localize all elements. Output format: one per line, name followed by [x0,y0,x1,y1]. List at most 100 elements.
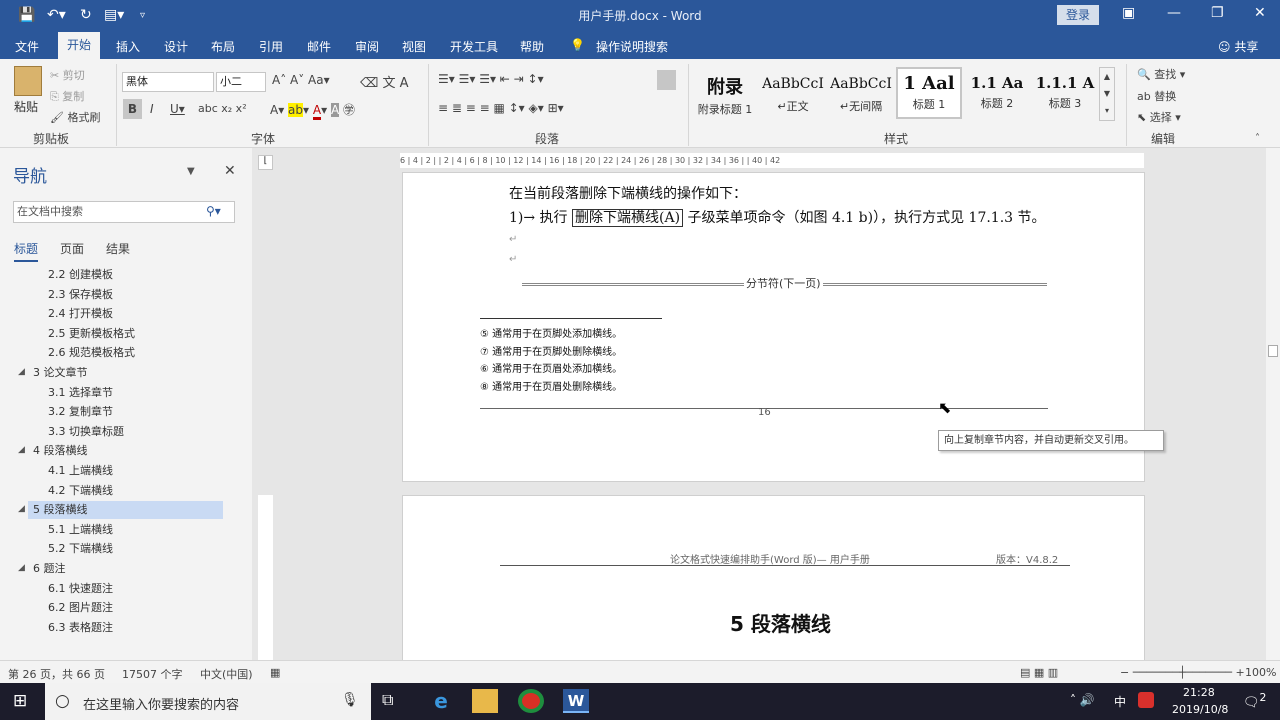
vertical-ruler[interactable] [258,495,273,660]
restore-icon[interactable]: ❐ [1211,5,1224,21]
style-appendix-heading[interactable]: 附录 附录标题 1 [692,67,758,119]
scroll-thumb[interactable] [1268,345,1278,357]
font-size-select[interactable]: 小二 [216,72,266,92]
style-heading-1[interactable]: 1 Aal 标题 1 [896,67,962,119]
search-icon[interactable]: ⚲▾ [206,204,221,218]
minimize-icon[interactable]: — [1167,5,1181,21]
select-button[interactable]: ⬉ 选择 ▾ [1137,109,1181,125]
italic-button[interactable]: I [150,102,154,116]
collapse-triangle-icon[interactable]: ◢ [18,445,25,455]
font-grow-shrink-icons[interactable]: A˄ A˅ Aa▾ [272,73,330,87]
microphone-icon[interactable]: 🎙 [341,692,359,708]
word-count[interactable]: 17507 个字 [122,666,183,682]
close-icon[interactable]: ✕ [1254,5,1266,21]
vertical-scrollbar[interactable] [1266,148,1280,660]
nav-heading-item[interactable]: 3.2 复制章节 [48,403,113,419]
nav-heading-item[interactable]: 6 题注 [33,560,66,576]
show-marks-button[interactable] [657,70,676,90]
nav-heading-item[interactable]: 2.6 规范模板格式 [48,344,135,360]
share-button[interactable]: ☺ 共享 [1218,38,1258,55]
cut-button[interactable]: ✂ 剪切 [50,67,85,83]
nav-search-input[interactable]: 在文档中搜索 [13,201,235,223]
nav-heading-item[interactable]: 4.1 上端横线 [48,462,113,478]
paste-button[interactable]: 粘贴 [14,98,38,115]
view-buttons[interactable]: ▤ ▦ ▥ [1020,666,1058,679]
font-name-select[interactable]: 黑体 [122,72,214,92]
nav-close-icon[interactable]: ✕ [224,163,236,179]
horizontal-ruler[interactable]: 6 | 4 | 2 | | 2 | 4 | 6 | 8 | 10 | 12 | … [400,153,1144,168]
edge-icon[interactable]: e [428,689,454,713]
file-explorer-icon[interactable] [472,689,498,713]
task-view-icon[interactable]: ⧉ [382,690,393,710]
clock-time[interactable]: 21:28 [1183,686,1215,699]
chrome-icon[interactable] [518,689,544,713]
nav-heading-item[interactable]: 3 论文章节 [33,364,88,380]
nav-heading-item[interactable]: 6.1 快速题注 [48,580,113,596]
nav-heading-item[interactable]: 4 段落横线 [33,442,88,458]
nav-heading-item[interactable]: 3.3 切换章标题 [48,423,124,439]
nav-heading-item[interactable]: 2.4 打开模板 [48,305,113,321]
nav-heading-item[interactable]: 3.1 选择章节 [48,384,113,400]
clear-format-icons[interactable]: ⌫ 文 A [360,72,409,91]
style-normal[interactable]: AaBbCcI ↵正文 [760,67,826,119]
page-count[interactable]: 第 26 页，共 66 页 [8,666,105,682]
tab-selector[interactable]: ⌊ [258,155,273,170]
clock-date[interactable]: 2019/10/8 [1172,703,1228,716]
ribbon-display-options-icon[interactable]: ▣ [1122,5,1135,21]
tab-references[interactable]: 引用 [259,38,283,55]
word-icon[interactable]: W [563,689,589,713]
alignment-buttons[interactable]: ≡ ≣ ≡ ≡ ▦ ↕▾ ◈▾ ⊞▾ [438,101,564,115]
nav-heading-item[interactable]: 5.2 下端横线 [48,540,113,556]
list-buttons[interactable]: ☰▾ ☰▾ ☰▾ ⇤ ⇥ ↕▾ [438,72,544,86]
nav-heading-item[interactable]: 2.2 创建模板 [48,266,113,282]
taskbar-search[interactable]: ○ 在这里输入你要搜索的内容 🎙 [45,683,371,720]
tab-developer[interactable]: 开发工具 [450,38,498,55]
notification-icon[interactable]: 🗨2 [1243,691,1266,710]
style-heading-2[interactable]: 1.1 Aa 标题 2 [964,67,1030,119]
style-no-spacing[interactable]: AaBbCcI ↵无间隔 [828,67,894,119]
styles-scroll[interactable]: ▲ ▼ ▾ [1099,67,1115,121]
strike-sub-sup-buttons[interactable]: abc x₂ x² [198,102,247,115]
nav-tab-pages[interactable]: 页面 [60,240,84,257]
style-heading-3[interactable]: 1.1.1 A 标题 3 [1032,67,1098,119]
tab-help[interactable]: 帮助 [520,38,544,55]
nav-heading-item[interactable]: 4.2 下端横线 [48,482,113,498]
nav-tab-results[interactable]: 结果 [106,240,130,257]
tab-view[interactable]: 视图 [402,38,426,55]
replace-button[interactable]: ab 替换 [1137,88,1176,104]
nav-tab-headings[interactable]: 标题 [14,240,39,262]
nav-heading-item[interactable]: 2.5 更新模板格式 [48,325,135,341]
tab-layout[interactable]: 布局 [211,38,235,55]
find-button[interactable]: 🔍 查找 ▾ [1137,66,1185,82]
nav-heading-item[interactable]: 5 段落横线 [33,501,88,517]
tab-mailings[interactable]: 邮件 [307,38,331,55]
collapse-ribbon-icon[interactable]: ˄ [1255,133,1260,144]
tab-home[interactable]: 开始 [58,32,100,59]
underline-button[interactable]: U▾ [170,102,185,116]
tray-icons[interactable]: ˄ 🔊 [1070,693,1095,707]
macro-icon[interactable]: ▦ [270,666,280,679]
nav-options-icon[interactable]: ▼ [187,166,195,177]
text-effect-highlight-color-icons[interactable]: A▾ ab▾ A▾ A ㊫ [270,101,355,120]
tab-design[interactable]: 设计 [164,38,188,55]
collapse-triangle-icon[interactable]: ◢ [18,563,25,573]
login-button[interactable]: 登录 [1057,5,1099,25]
app-tray-icon[interactable] [1138,692,1154,708]
copy-button[interactable]: ⎘ 复制 [50,88,84,104]
windows-start-icon[interactable]: ⊞ [13,691,27,711]
tab-file[interactable]: 文件 [15,38,39,55]
paste-icon[interactable] [14,66,42,96]
tab-insert[interactable]: 插入 [116,38,140,55]
collapse-triangle-icon[interactable]: ◢ [18,504,25,514]
zoom-slider[interactable]: − ───────┼─────── + [1120,666,1245,679]
nav-heading-item[interactable]: 6.2 图片题注 [48,599,113,615]
tab-review[interactable]: 审阅 [355,38,379,55]
nav-heading-item[interactable]: 6.3 表格题注 [48,619,113,635]
language[interactable]: 中文(中国) [200,666,253,682]
nav-heading-item[interactable]: 5.1 上端横线 [48,521,113,537]
zoom-level[interactable]: 100% [1245,666,1276,679]
format-painter-button[interactable]: 🖌 格式刷 [50,109,100,125]
nav-heading-item[interactable]: 2.3 保存模板 [48,286,113,302]
collapse-triangle-icon[interactable]: ◢ [18,367,25,377]
bold-button[interactable]: B [123,99,142,119]
